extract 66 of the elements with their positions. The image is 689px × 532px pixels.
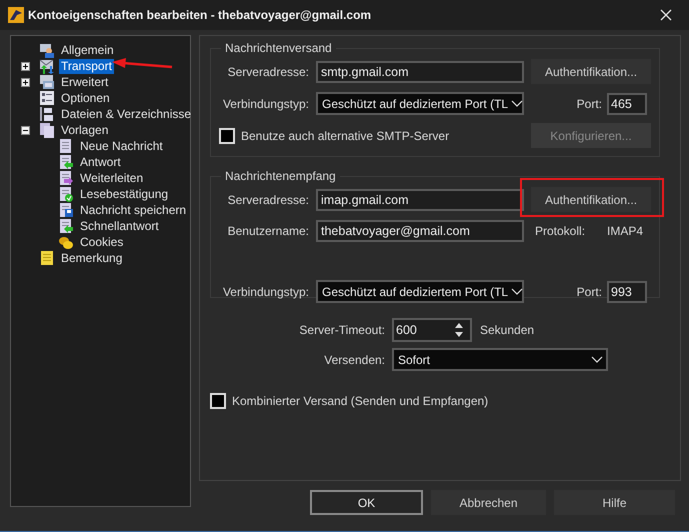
tree-item[interactable]: Weiterleiten xyxy=(78,170,146,186)
field-label: Protokoll: xyxy=(535,224,586,238)
note-icon xyxy=(39,250,55,266)
tree-item[interactable]: Antwort xyxy=(78,154,123,170)
button[interactable]: Authentifikation... xyxy=(531,59,651,84)
input-field[interactable]: imap.gmail.com xyxy=(316,188,524,210)
tree-item[interactable]: Optionen xyxy=(59,90,112,106)
spinner-arrows-icon xyxy=(454,322,464,338)
document-check-icon xyxy=(58,186,74,202)
tree-item[interactable]: Lesebestätigung xyxy=(78,186,170,202)
tree-item[interactable]: Neue Nachricht xyxy=(78,138,165,154)
field-label: Verbindungstyp: xyxy=(222,96,309,110)
window-title: Kontoeigenschaften bearbeiten - thebatvoyager@gmail.com xyxy=(28,8,372,22)
expand-icon[interactable] xyxy=(20,78,30,86)
field-label: Port: xyxy=(576,96,602,110)
chevron-down-icon xyxy=(591,356,603,364)
tree-item[interactable]: Vorlagen xyxy=(59,122,110,138)
group-title: Nachrichtenempfang xyxy=(221,169,340,183)
documents-icon xyxy=(39,122,55,138)
unit-label: Sekunden xyxy=(480,323,534,337)
envelope-arrows-icon xyxy=(39,58,55,74)
tree-item[interactable]: Allgemein xyxy=(59,42,116,58)
tree-item[interactable]: Dateien & Verzeichnisse xyxy=(59,106,194,122)
input-field[interactable]: 465 xyxy=(607,92,647,114)
tree-item[interactable]: Schnellantwort xyxy=(78,218,161,234)
collapse-icon[interactable] xyxy=(20,126,30,134)
number-field[interactable]: 600 xyxy=(392,318,472,342)
user-card-icon xyxy=(39,42,55,58)
input-field[interactable]: thebatvoyager@gmail.com xyxy=(316,220,524,242)
checkbox[interactable] xyxy=(219,128,235,144)
chevron-down-icon xyxy=(511,100,524,108)
checkbox-label: Kombinierter Versand (Senden und Empfangen) xyxy=(232,394,488,408)
button[interactable]: Abbrechen xyxy=(431,490,546,515)
folders-icon xyxy=(39,106,55,122)
tree-item[interactable]: Transport xyxy=(59,58,114,74)
input-field[interactable]: smtp.gmail.com xyxy=(316,60,524,82)
dropdown[interactable]: Sofort xyxy=(392,348,608,371)
list-icon xyxy=(39,90,55,106)
checkbox-label: Benutze auch alternative SMTP-Server xyxy=(241,128,450,142)
field-label: Verbindungstyp: xyxy=(222,284,309,298)
button[interactable]: Hilfe xyxy=(554,490,675,515)
button[interactable]: OK xyxy=(310,490,423,515)
checkbox[interactable] xyxy=(210,393,226,409)
field-label: Server-Timeout: xyxy=(298,323,385,337)
close-icon[interactable] xyxy=(660,9,672,21)
field-label: Serveradresse: xyxy=(226,192,309,206)
dropdown[interactable]: Geschützt auf dediziertem Port (TL xyxy=(316,92,524,115)
chevron-down-icon xyxy=(511,288,524,296)
field-label: Versenden: xyxy=(323,352,385,366)
dropdown[interactable]: Geschützt auf dediziertem Port (TL xyxy=(316,280,524,303)
field-label: Port: xyxy=(576,284,602,298)
tree-item[interactable]: Bemerkung xyxy=(59,250,124,266)
bat-logo-icon xyxy=(8,7,24,23)
expand-icon[interactable] xyxy=(20,62,30,70)
button[interactable]: Authentifikation... xyxy=(531,187,651,212)
field-label: Benutzername: xyxy=(226,224,309,238)
tree-item[interactable]: Nachricht speichern xyxy=(78,202,188,218)
protocol-value: IMAP4 xyxy=(606,224,643,238)
coins-icon xyxy=(58,234,74,250)
envelope-window-icon xyxy=(39,74,55,90)
tree-item[interactable]: Erweitert xyxy=(59,74,110,90)
document-icon xyxy=(58,138,74,154)
field-label: Serveradresse: xyxy=(226,64,309,78)
input-field[interactable]: 993 xyxy=(607,280,647,302)
tree-item[interactable]: Cookies xyxy=(78,234,126,250)
group-title: Nachrichtenversand xyxy=(221,41,336,55)
